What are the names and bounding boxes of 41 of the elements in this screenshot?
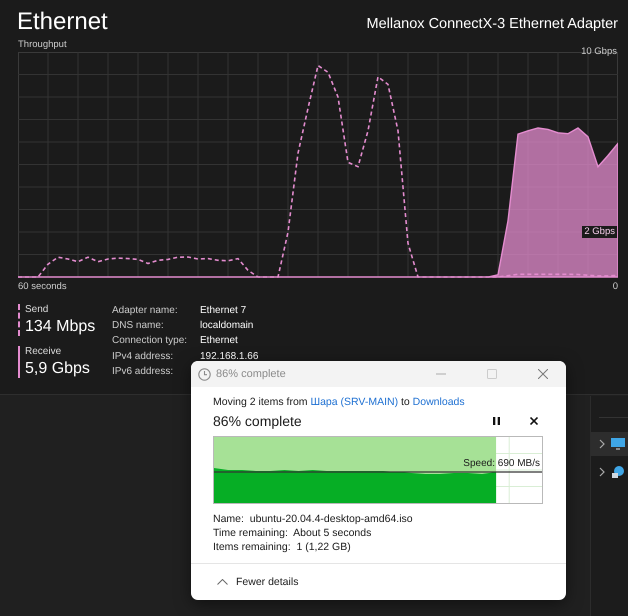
detail-label: Adapter name: [112, 304, 179, 318]
chevron-right-icon[interactable] [599, 467, 605, 477]
close-icon [538, 369, 548, 379]
stat-label: Receive [25, 346, 62, 357]
destination-link[interactable]: Downloads [412, 396, 465, 408]
network-icon[interactable] [611, 465, 625, 479]
detail-value: Ethernet [200, 334, 239, 348]
time-span-label: 60 seconds [18, 280, 67, 292]
chart-title: Throughput [18, 38, 67, 50]
detail-value: 192.168.1.66 [200, 350, 258, 363]
adapter-name: Mellanox ConnectX-3 Ethernet Adapter [366, 16, 618, 34]
close-icon [530, 417, 538, 425]
detail-value: localdomain [200, 319, 254, 332]
detail-line: Time remaining: About 5 seconds [213, 527, 372, 540]
stat-label: Send [25, 304, 50, 315]
detail-label: IPv4 address: [112, 350, 174, 363]
window-title: 86% complete [216, 368, 287, 380]
detail-label: Connection type: [112, 334, 188, 348]
clock-icon [198, 368, 211, 380]
axis-label: 10 Gbps [581, 46, 617, 58]
time-end-label: 0 [612, 280, 618, 292]
minimize-icon [436, 373, 446, 375]
stat-value: 134 Mbps [25, 318, 96, 336]
stat-value: 5,9 Gbps [25, 360, 91, 378]
chevron-right-icon[interactable] [599, 439, 605, 449]
speed-label: Speed: 690 MB/s [463, 458, 540, 469]
chevron-up-icon [217, 579, 228, 585]
page-title: Ethernet [17, 8, 108, 36]
pause-icon [492, 417, 500, 425]
status-message: Moving 2 items from Шара (SRV-MAIN) to Downloads [213, 395, 466, 409]
detail-label: DNS name: [112, 319, 165, 332]
maximize-icon [487, 369, 497, 379]
detail-line: Items remaining: 1 (1,22 GB) [213, 541, 352, 554]
axis-label: 2 Gbps [582, 226, 617, 238]
detail-value: Ethernet 7 [200, 304, 248, 318]
detail-label: IPv6 address: [112, 364, 174, 378]
detail-line: Name: ubuntu-20.04.4-desktop-amd64.iso [213, 513, 414, 526]
source-link[interactable]: Шара (SRV-MAIN) [310, 396, 398, 408]
progress-heading: 86% complete [213, 413, 303, 429]
monitor-icon[interactable] [611, 437, 625, 451]
fewer-details-button[interactable]: Fewer details [217, 576, 298, 588]
